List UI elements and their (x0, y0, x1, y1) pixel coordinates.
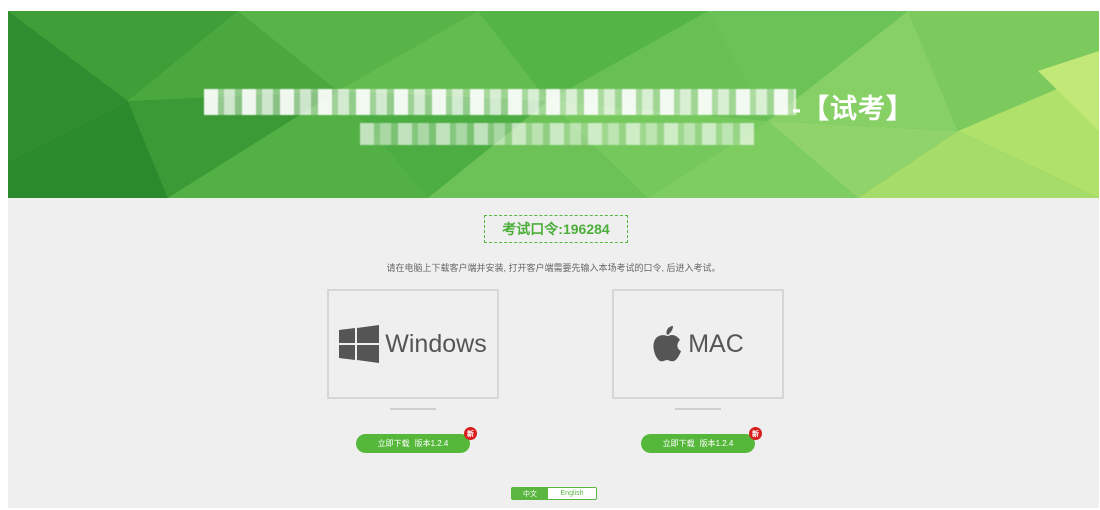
mac-download-label: 立即下载 (662, 439, 695, 448)
mac-new-badge: 新 (749, 427, 762, 440)
apple-icon (653, 326, 682, 362)
windows-version: 版本1.2.4 (414, 439, 449, 448)
language-option-chinese[interactable]: 中文 (512, 488, 548, 499)
exam-code-label: 考试口令:196284 (502, 221, 610, 237)
blurred-exam-subtitle (360, 123, 754, 145)
language-option-english[interactable]: English (548, 488, 596, 499)
page-frame: -【试考】 考试口令:196284 请在电脑上下载客户端并安装, 打开客户端需要… (8, 11, 1099, 508)
windows-monitor-stand (390, 408, 436, 410)
windows-download-label: 立即下载 (377, 439, 410, 448)
exam-mode-label: -【试考】 (792, 94, 914, 124)
mac-monitor-stand (675, 408, 721, 410)
mac-download-button[interactable]: 立即下载 版本1.2.4 (641, 434, 755, 453)
windows-download-button[interactable]: 立即下载 版本1.2.4 (356, 434, 470, 453)
windows-icon (339, 325, 380, 363)
mac-version: 版本1.2.4 (699, 439, 734, 448)
windows-download-card: Windows (327, 289, 499, 399)
windows-new-badge: 新 (464, 427, 477, 440)
windows-label: Windows (385, 329, 487, 358)
language-switch: 中文 English (511, 487, 597, 500)
banner-title: -【试考】 (8, 11, 1099, 198)
mac-download-card: MAC (612, 289, 784, 399)
blurred-exam-name (204, 89, 796, 115)
instruction-text: 请在电脑上下载客户端并安装, 打开客户端需要先输入本场考试的口令, 后进入考试。 (386, 263, 721, 273)
mac-label: MAC (688, 329, 744, 358)
header-banner: -【试考】 (8, 11, 1099, 198)
exam-code-box: 考试口令:196284 (484, 215, 628, 243)
